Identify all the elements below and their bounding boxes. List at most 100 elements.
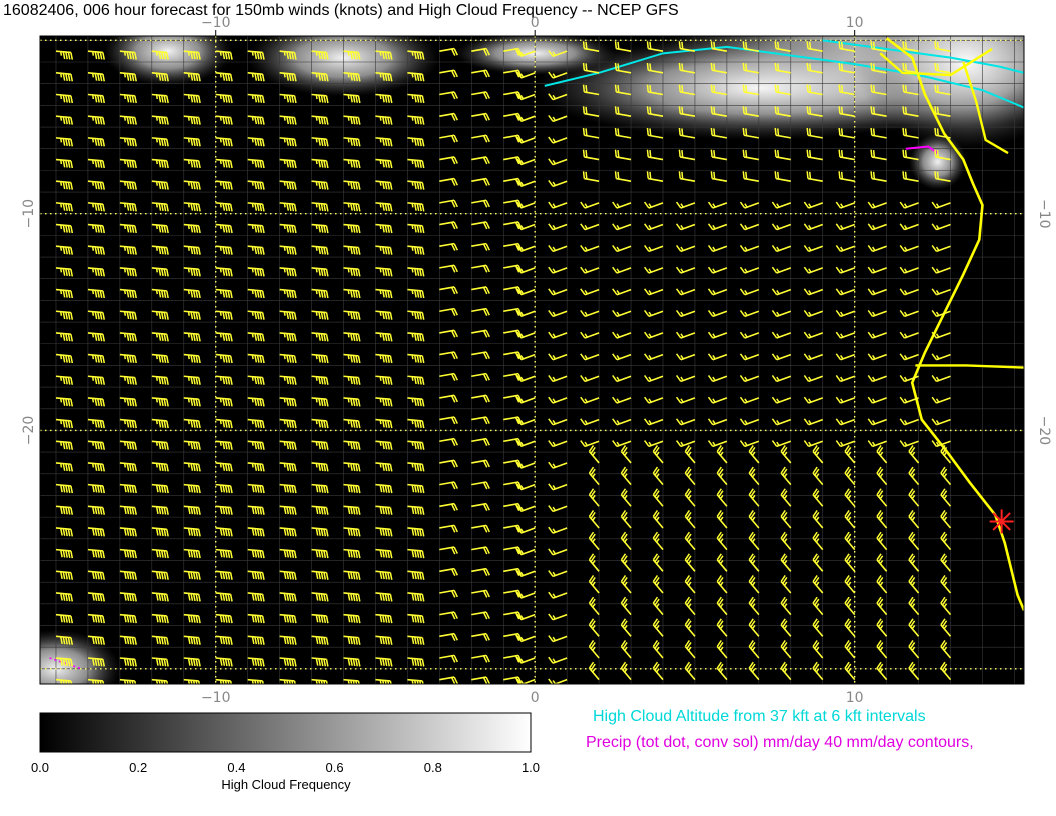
barb-flag [713,150,716,158]
barb-flag [742,127,745,136]
barb-flag [774,106,777,114]
barb-flag [678,41,681,49]
barb-half-flag [91,181,95,186]
barb-half-flag [219,73,222,78]
barb-half-flag [347,246,350,251]
colorbar-ticks: 0.0 0.2 0.4 0.6 0.8 1.0 [31,760,540,775]
barb-flag [936,41,940,50]
barb-half-flag [283,116,286,121]
barb-flag [710,171,713,179]
barb-flag [870,127,873,136]
barb-half-flag [123,419,127,425]
barb-flag [936,128,940,136]
barb-half-flag [251,246,254,251]
barb-half-flag [347,224,350,230]
barb-flag [806,106,809,114]
barb-flag [646,62,649,71]
barb-half-flag [187,268,190,273]
barb-flag [838,171,841,179]
barb-half-flag [379,159,382,165]
barb-half-flag [283,246,286,251]
barb-flag [710,41,713,49]
barb-flag [646,41,649,49]
barb-half-flag [283,398,286,403]
barb-half-flag [379,354,382,360]
barb-half-flag [411,246,414,251]
barb-half-flag [347,181,350,186]
barb-half-flag [315,398,318,403]
barb-half-flag [187,224,190,230]
barb-half-flag [123,159,127,165]
barb-half-flag [187,398,190,403]
barb-half-flag [123,51,127,56]
barb-flag [777,85,780,93]
barb-half-flag [60,376,63,381]
barb-flag [840,106,844,115]
barb-half-flag [251,73,254,78]
barb-half-flag [347,51,350,56]
barb-flag [902,84,905,92]
forecast-map-figure: 16082406, 006 hour forecast for 150mb wi… [3,2,1052,792]
barb-half-flag [411,159,414,165]
barb-flag [840,63,844,71]
barb-flag [713,41,716,50]
barb-half-flag [283,333,286,338]
barb-half-flag [155,376,158,381]
x-tick-label-bottom: 0 [531,690,540,706]
barb-half-flag [315,419,318,425]
barb-half-flag [379,51,382,56]
barb-half-flag [219,333,222,338]
barb-half-flag [315,73,318,78]
barb-half-flag [251,51,254,56]
barb-half-flag [123,441,127,446]
barb-flag [678,106,681,114]
barb-flag [806,149,809,158]
barb-half-flag [60,138,63,143]
barb-half-flag [187,333,190,338]
barb-half-flag [219,116,222,121]
barb-half-flag [60,268,63,273]
barb-half-flag [411,311,414,316]
barb-half-flag [60,116,63,121]
map-title: 16082406, 006 hour forecast for 150mb wi… [3,2,679,19]
barb-half-flag [411,376,414,381]
barb-flag [617,106,620,115]
barb-flag [936,63,940,71]
barb-half-flag [347,289,350,295]
precip-note: Precip (tot dot, conv sol) mm/day 40 mm/… [586,734,974,751]
barb-half-flag [187,138,190,143]
barb-half-flag [251,441,254,446]
barb-flag [649,128,652,136]
barb-half-flag [411,419,414,425]
barb-half-flag [60,354,63,360]
barb-half-flag [219,51,222,56]
barb-half-flag [347,138,350,143]
colorbar-tick-label: 0.0 [31,760,49,775]
barb-half-flag [379,246,382,251]
barb-flag [774,41,777,49]
barb-half-flag [187,73,190,78]
barb-half-flag [315,51,318,56]
barb-flag [745,150,748,158]
barb-flag [777,128,780,136]
barb-half-flag [155,268,158,273]
barb-half-flag [283,376,286,381]
barb-half-flag [411,441,414,446]
barb-half-flag [411,333,414,338]
barb-flag [614,84,618,92]
barb-half-flag [379,116,382,121]
barb-flag [614,106,618,114]
barb-flag [745,41,748,50]
barb-half-flag [347,268,350,273]
barb-half-flag [251,354,254,360]
barb-half-flag [91,333,95,338]
barb-half-flag [123,73,127,78]
barb-half-flag [379,311,382,316]
cloud-altitude-note: High Cloud Altitude from 37 kft at 6 kft… [593,708,926,725]
barb-flag [742,62,745,71]
barb-flag [745,128,748,136]
barb-half-flag [315,463,318,468]
barb-flag [582,106,586,114]
barb-flag [774,149,777,158]
x-tick-label-bottom: −10 [201,690,231,706]
